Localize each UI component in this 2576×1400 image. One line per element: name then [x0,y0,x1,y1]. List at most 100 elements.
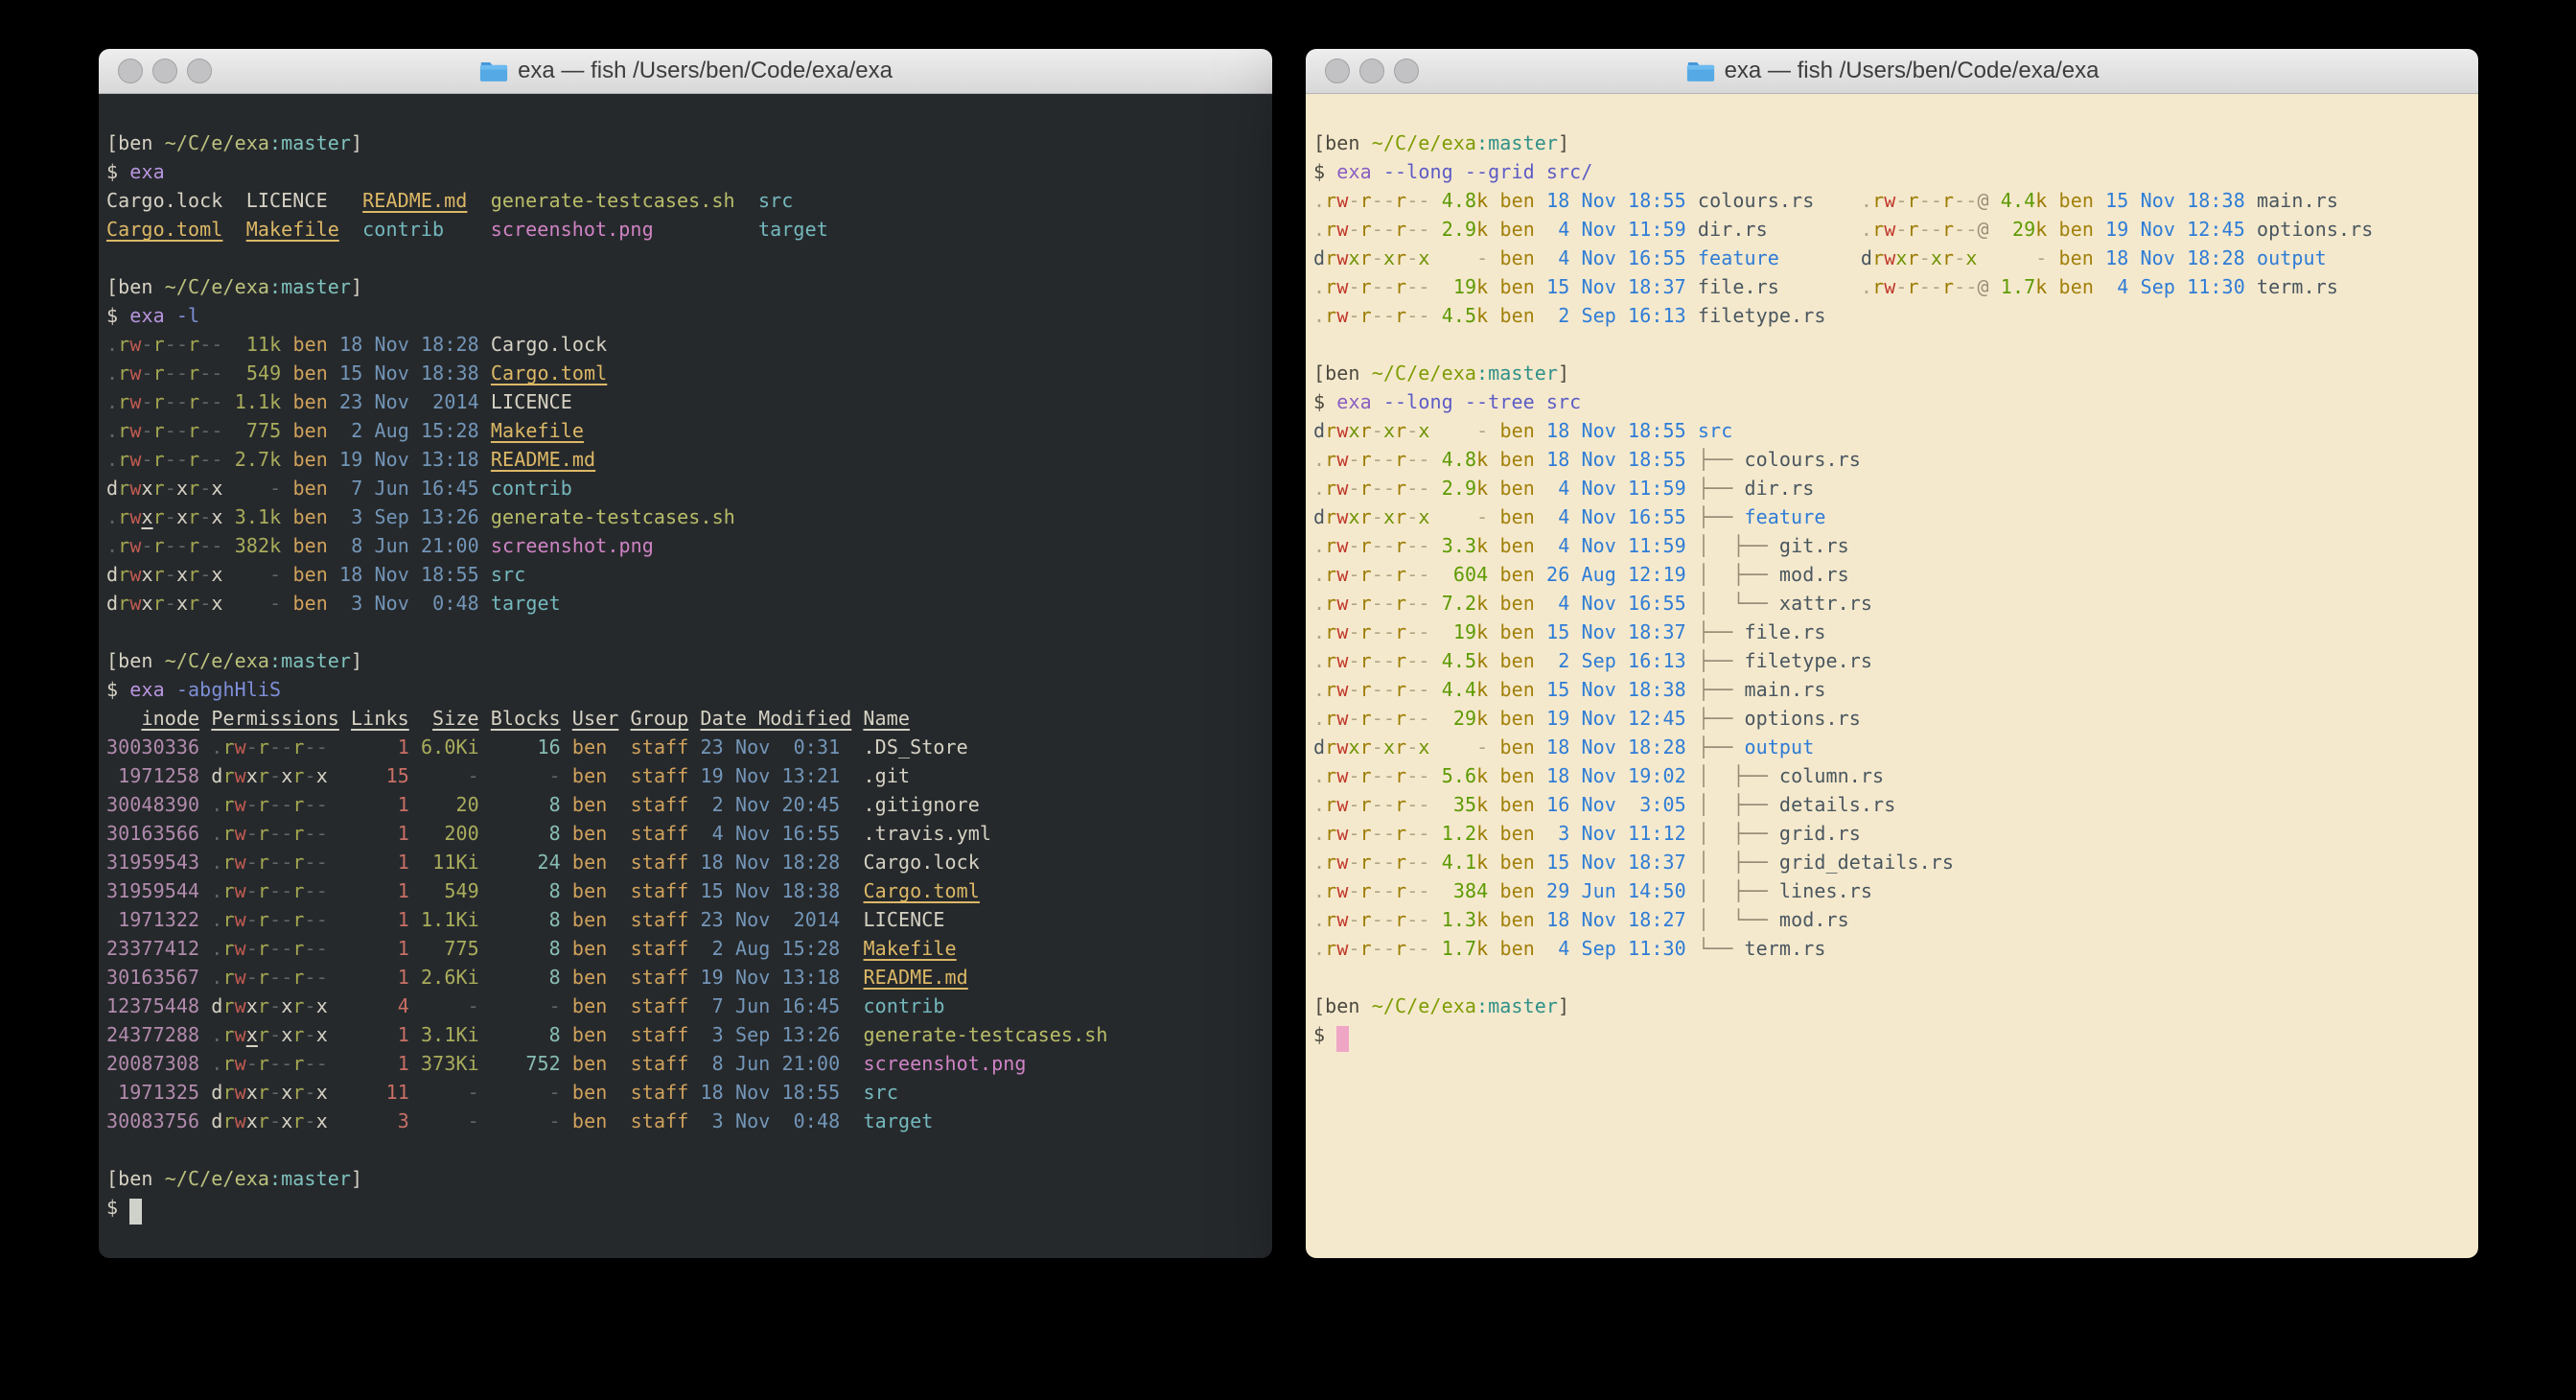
text-segment [688,1109,700,1132]
text-segment [561,707,572,730]
terminal-line: drwxr-xr-x - ben 4 Nov 16:55 feature drw… [1313,244,2471,272]
text-segment: r [1360,851,1372,874]
cursor-block [1336,1026,1349,1052]
text-segment: [ben [1313,994,1372,1017]
text-segment [199,1023,211,1046]
text-segment: k [1476,620,1488,643]
close-button[interactable] [118,58,143,83]
text-segment: ~/C/e/exa [165,131,269,154]
text-segment: - [1406,764,1418,787]
title-bar[interactable]: exa — fish /Users/ben/Code/exa/exa [1306,49,2478,94]
text-segment: r [1395,822,1406,845]
text-segment: r [222,851,234,874]
text-segment [1488,275,1499,298]
text-segment [840,793,863,816]
text-segment: filetype.rs [1698,304,1826,327]
text-segment [2245,189,2257,212]
text-segment: r [292,764,304,787]
text-segment: r [1942,246,1954,269]
text-segment: - [1406,649,1418,672]
text-segment: w [1336,851,1348,874]
text-segment: r [222,994,234,1017]
text-segment: 5.6 [1442,764,1476,787]
text-segment: - [2001,246,2048,269]
terminal-output[interactable]: [ben ~/C/e/exa:master]$ exa --long --gri… [1306,94,2478,1258]
text-segment [1430,649,1442,672]
text-segment: r [1395,534,1406,557]
terminal-line: 30048390 .rw-r--r-- 1 20 8 ben staff 2 N… [106,790,1265,819]
text-segment: r [1360,246,1372,269]
text-segment [199,764,211,787]
text-segment: ] [351,1167,362,1190]
text-segment: ] [351,131,362,154]
text-segment: r [118,448,129,471]
text-segment [328,822,351,845]
text-segment: options.rs [1745,707,1861,730]
text-segment: - [1919,275,1931,298]
text-segment [1686,218,1698,241]
text-segment [607,793,630,816]
text-segment [1430,620,1442,643]
text-segment: ben [1499,189,1534,212]
text-segment: 4.5 [1442,649,1476,672]
text-segment: - [176,362,188,385]
text-segment [1686,678,1698,701]
text-segment: 18 Nov 18:55 [339,563,479,586]
zoom-button[interactable] [1394,58,1419,83]
text-segment [1430,419,1442,442]
text-segment: 4 Nov 11:59 [1546,218,1686,241]
text-segment: x [1348,735,1359,758]
minimize-button[interactable] [1359,58,1384,83]
text-segment: x [1383,505,1395,528]
text-segment: r [1872,275,1884,298]
text-segment: ] [1558,994,1569,1017]
text-segment: 1 [351,735,409,758]
text-segment [1535,851,1546,874]
text-segment: w [235,764,246,787]
text-segment: r [222,1081,234,1104]
text-segment [688,822,700,845]
text-segment: 18 Nov 18:28 [1546,735,1686,758]
text-segment: - [1383,275,1395,298]
text-segment: LICENCE [864,908,945,931]
text-segment: x [1383,419,1395,442]
text-segment: - [1372,505,1383,528]
text-segment: 11k [235,333,282,356]
text-segment [1686,764,1698,787]
minimize-button[interactable] [152,58,177,83]
text-segment: r [153,505,165,528]
text-segment: .git [864,764,911,787]
text-segment [607,879,630,902]
text-segment [1535,707,1546,730]
text-segment [409,851,421,874]
text-segment: :master [1476,131,1558,154]
text-segment: 18 Nov 18:28 [2105,246,2245,269]
terminal-output[interactable]: [ben ~/C/e/exa:master]$ exaCargo.lock LI… [99,94,1272,1258]
text-segment: r [1395,937,1406,960]
text-segment: Links [351,707,409,730]
terminal-line: .rw-r--r-- 549 ben 15 Nov 18:38 Cargo.to… [106,359,1265,387]
text-segment: x [246,994,258,1017]
terminal-line: 30030336 .rw-r--r-- 1 6.0Ki 16 ben staff… [106,733,1265,761]
text-segment: r [1360,678,1372,701]
text-segment: contrib [491,477,572,500]
text-segment: - [269,1081,281,1104]
title-bar[interactable]: exa — fish /Users/ben/Code/exa/exa [99,49,1272,94]
terminal-line: .rw-r--r-- 775 ben 2 Aug 15:28 Makefile [106,416,1265,445]
terminal-line: .rw-r--r-- 604 ben 26 Aug 12:19 │ ├── mo… [1313,560,2471,589]
text-segment: :master [269,1167,351,1190]
text-segment: r [1325,246,1336,269]
text-segment [1989,275,2001,298]
text-segment: screenshot.png [864,1052,1027,1075]
text-segment: r [258,735,269,758]
close-button[interactable] [1325,58,1350,83]
zoom-button[interactable] [187,58,212,83]
text-segment: - [165,333,176,356]
text-segment: - [491,1109,561,1132]
text-segment: 3 Nov 11:12 [1546,822,1686,845]
text-segment: - [1406,678,1418,701]
text-segment: k [1476,477,1488,500]
text-segment [281,448,292,471]
text-segment: ~/C/e/exa [1372,362,1476,385]
text-segment: r [258,1023,269,1046]
